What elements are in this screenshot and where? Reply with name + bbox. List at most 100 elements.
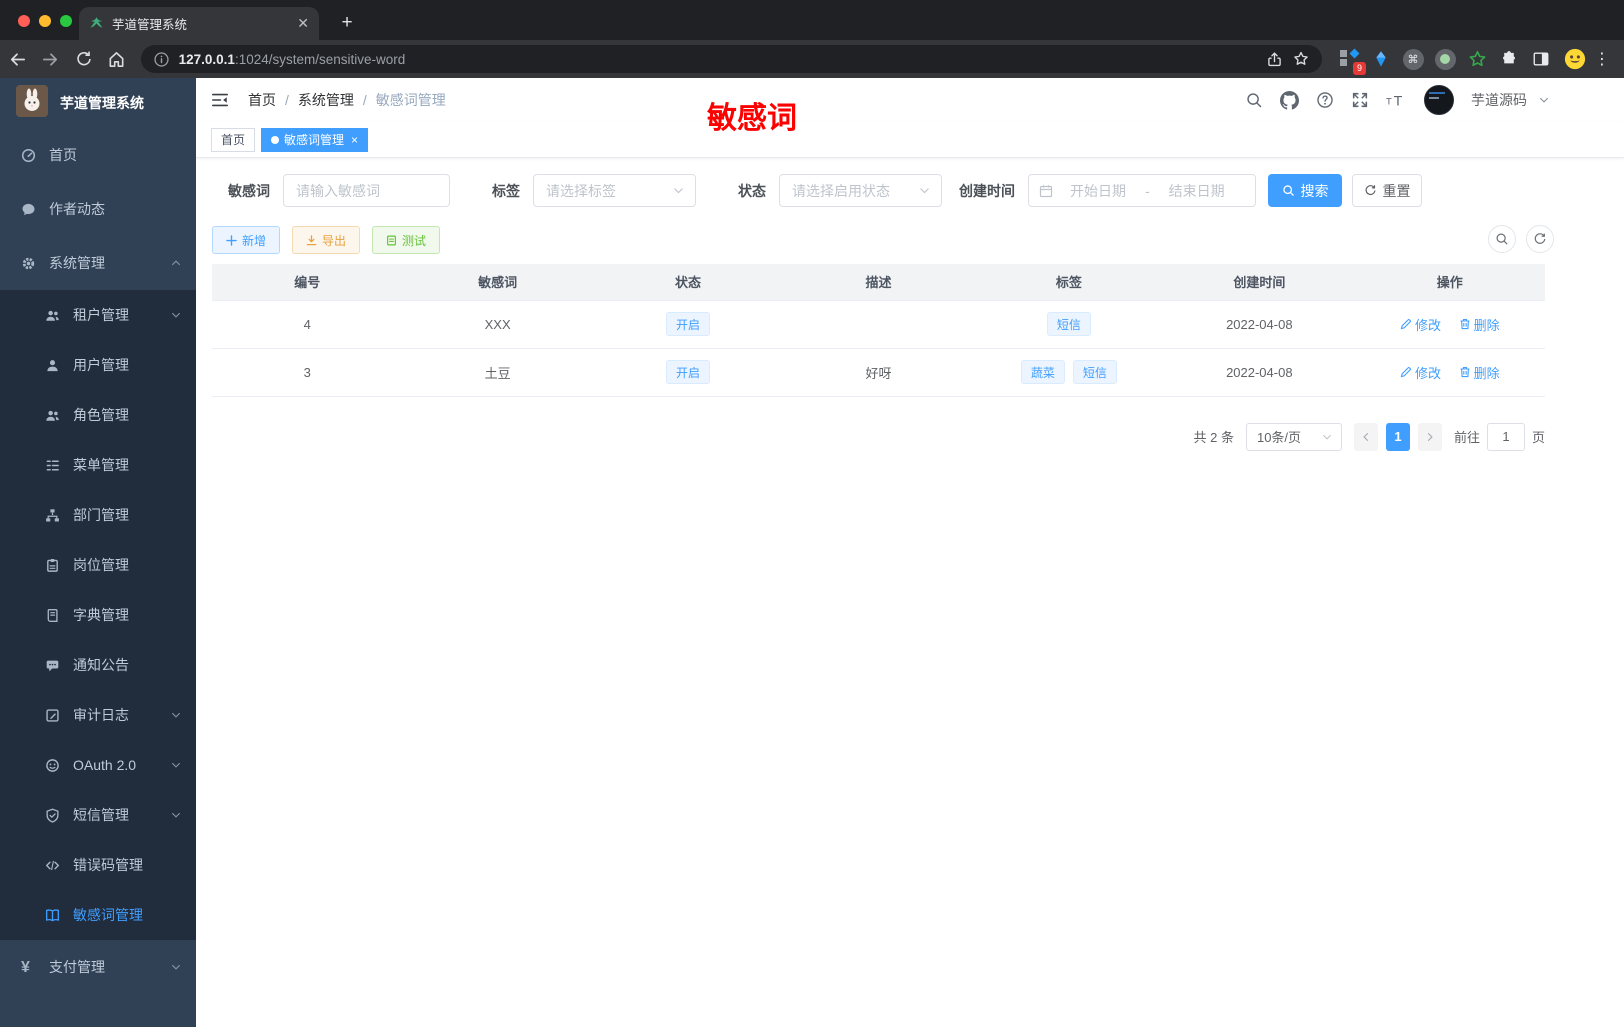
chevron-down-icon xyxy=(170,759,182,771)
forward-icon[interactable] xyxy=(36,44,66,74)
chevron-down-icon[interactable] xyxy=(1538,94,1550,106)
message-icon xyxy=(21,202,36,217)
sidebar-item-label: 首页 xyxy=(49,147,77,163)
extensions-zone: 9 ⌘ xyxy=(1338,48,1552,75)
keyword-input[interactable] xyxy=(284,182,449,199)
sidebar-item-dashboard[interactable]: 首页 xyxy=(0,128,196,182)
address-bar[interactable]: 127.0.0.1:1024/system/sensitive-word xyxy=(140,45,1322,73)
breadcrumb-system[interactable]: 系统管理 xyxy=(298,90,354,110)
status-badge: 开启 xyxy=(666,360,711,384)
share-icon[interactable] xyxy=(1266,51,1283,68)
help-icon[interactable] xyxy=(1316,91,1334,109)
search-icon[interactable] xyxy=(1245,91,1263,109)
next-page-icon[interactable] xyxy=(1417,422,1442,451)
sidebar-item-user[interactable]: 用户管理 xyxy=(0,340,196,390)
delete-link[interactable]: 删除 xyxy=(1459,315,1500,334)
edit-link[interactable]: 修改 xyxy=(1400,315,1441,334)
profile-emoji-avatar[interactable] xyxy=(1564,48,1586,70)
sidebar-item-message[interactable]: 作者动态 xyxy=(0,182,196,236)
breadcrumb-home[interactable]: 首页 xyxy=(248,90,276,110)
add-button[interactable]: 新增 xyxy=(212,226,281,254)
status-select-placeholder: 请选择启用状态 xyxy=(792,182,890,199)
kite-extension-icon[interactable] xyxy=(1370,48,1392,70)
github-icon[interactable] xyxy=(1280,90,1299,110)
prev-page-icon[interactable] xyxy=(1353,422,1378,451)
code-icon xyxy=(45,858,60,873)
sidebar-item-id-badge[interactable]: 岗位管理 xyxy=(0,540,196,590)
edit-label: 修改 xyxy=(1414,317,1441,333)
browser-menu-kebab-icon[interactable]: ⋮ xyxy=(1594,49,1610,69)
tag-select[interactable]: 请选择标签 xyxy=(533,174,696,207)
tab-close-icon[interactable]: ✕ xyxy=(297,15,309,32)
sidebar-item-yen[interactable]: ¥ 支付管理 xyxy=(0,940,196,994)
sidebar-item-users[interactable]: 角色管理 xyxy=(0,390,196,440)
reload-icon[interactable] xyxy=(69,44,99,74)
minimize-window-button[interactable] xyxy=(39,15,51,27)
zoom-window-button[interactable] xyxy=(60,15,72,27)
toggle-search-icon[interactable] xyxy=(1488,225,1516,253)
command-extension-icon[interactable]: ⌘ xyxy=(1402,48,1424,70)
delete-link[interactable]: 删除 xyxy=(1459,363,1500,382)
green-star-extension-icon[interactable] xyxy=(1466,48,1488,70)
window-controls xyxy=(18,15,72,27)
new-tab-button[interactable]: + xyxy=(334,10,360,36)
record-extension-icon[interactable] xyxy=(1434,48,1456,70)
sidebar-item-gear[interactable]: 系统管理 xyxy=(0,236,196,290)
sidebar-item-dictionary[interactable]: 字典管理 xyxy=(0,590,196,640)
tab-home[interactable]: 首页 xyxy=(211,127,256,152)
close-icon[interactable]: × xyxy=(351,133,358,147)
status-select[interactable]: 请选择启用状态 xyxy=(779,174,942,207)
oauth-icon xyxy=(45,758,60,773)
cell-status: 开启 xyxy=(592,348,784,397)
chevron-down-icon xyxy=(170,709,182,721)
site-info-icon[interactable] xyxy=(153,51,170,68)
browser-tab[interactable]: 芋道管理系统 ✕ xyxy=(79,7,319,40)
sidebar-item-shield-check[interactable]: 短信管理 xyxy=(0,790,196,840)
search-button[interactable]: 搜索 xyxy=(1268,174,1342,207)
export-button[interactable]: 导出 xyxy=(292,226,361,254)
tab-sensitive-word[interactable]: 敏感词管理 × xyxy=(261,127,369,152)
sidebar-logo-row[interactable]: 芋道管理系统 xyxy=(0,78,196,128)
col-status: 状态 xyxy=(592,264,784,300)
sidebar-item-open-book[interactable]: 敏感词管理 xyxy=(0,890,196,940)
start-date-placeholder: 开始日期 xyxy=(1070,182,1126,199)
gear-icon xyxy=(21,256,36,271)
test-button[interactable]: 测试 xyxy=(372,226,441,254)
sidebar-item-tree-list[interactable]: 菜单管理 xyxy=(0,440,196,490)
users-icon xyxy=(45,308,60,323)
page-size-select[interactable]: 10条/页 xyxy=(1245,422,1342,451)
edit-link[interactable]: 修改 xyxy=(1400,363,1441,382)
sidebar-item-audit-log[interactable]: 审计日志 xyxy=(0,690,196,740)
tab-home-label: 首页 xyxy=(221,133,246,147)
home-icon[interactable] xyxy=(102,44,132,74)
breadcrumb-separator: / xyxy=(362,92,367,108)
username[interactable]: 芋道源码 xyxy=(1471,90,1527,110)
sidebar-item-oauth[interactable]: OAuth 2.0 xyxy=(0,740,196,790)
date-range-input[interactable]: 开始日期 - 结束日期 xyxy=(1028,174,1256,207)
browser-toolbar: 127.0.0.1:1024/system/sensitive-word 9 ⌘ xyxy=(0,40,1624,78)
close-window-button[interactable] xyxy=(18,15,30,27)
sidebar-item-notice[interactable]: 通知公告 xyxy=(0,640,196,690)
cell-desc: 好呀 xyxy=(783,348,974,397)
fullscreen-icon[interactable] xyxy=(1351,91,1369,109)
header-actions: TT 芋道源码 xyxy=(1245,85,1550,115)
side-panel-icon[interactable] xyxy=(1530,48,1552,70)
edit-label: 修改 xyxy=(1414,365,1441,381)
reset-button[interactable]: 重置 xyxy=(1352,174,1422,207)
user-avatar[interactable] xyxy=(1424,85,1454,115)
sidebar-item-org-chart[interactable]: 部门管理 xyxy=(0,490,196,540)
refresh-icon[interactable] xyxy=(1526,225,1554,253)
sidebar-item-code[interactable]: 错误码管理 xyxy=(0,840,196,890)
users-icon xyxy=(45,408,60,423)
bookmark-star-icon[interactable] xyxy=(1292,50,1310,68)
breadcrumb: 首页 / 系统管理 / 敏感词管理 xyxy=(248,90,446,110)
breadcrumb-current: 敏感词管理 xyxy=(375,92,446,108)
font-size-icon[interactable]: TT xyxy=(1386,91,1407,110)
sidebar-item-users[interactable]: 租户管理 xyxy=(0,290,196,340)
goto-page-input[interactable] xyxy=(1486,422,1525,451)
page-number-1[interactable]: 1 xyxy=(1385,422,1410,451)
collapse-sidebar-icon[interactable] xyxy=(211,91,229,109)
puzzle-extensions-icon[interactable] xyxy=(1498,48,1520,70)
back-icon[interactable] xyxy=(3,44,33,74)
extension-grid-icon[interactable]: 9 xyxy=(1338,48,1366,75)
